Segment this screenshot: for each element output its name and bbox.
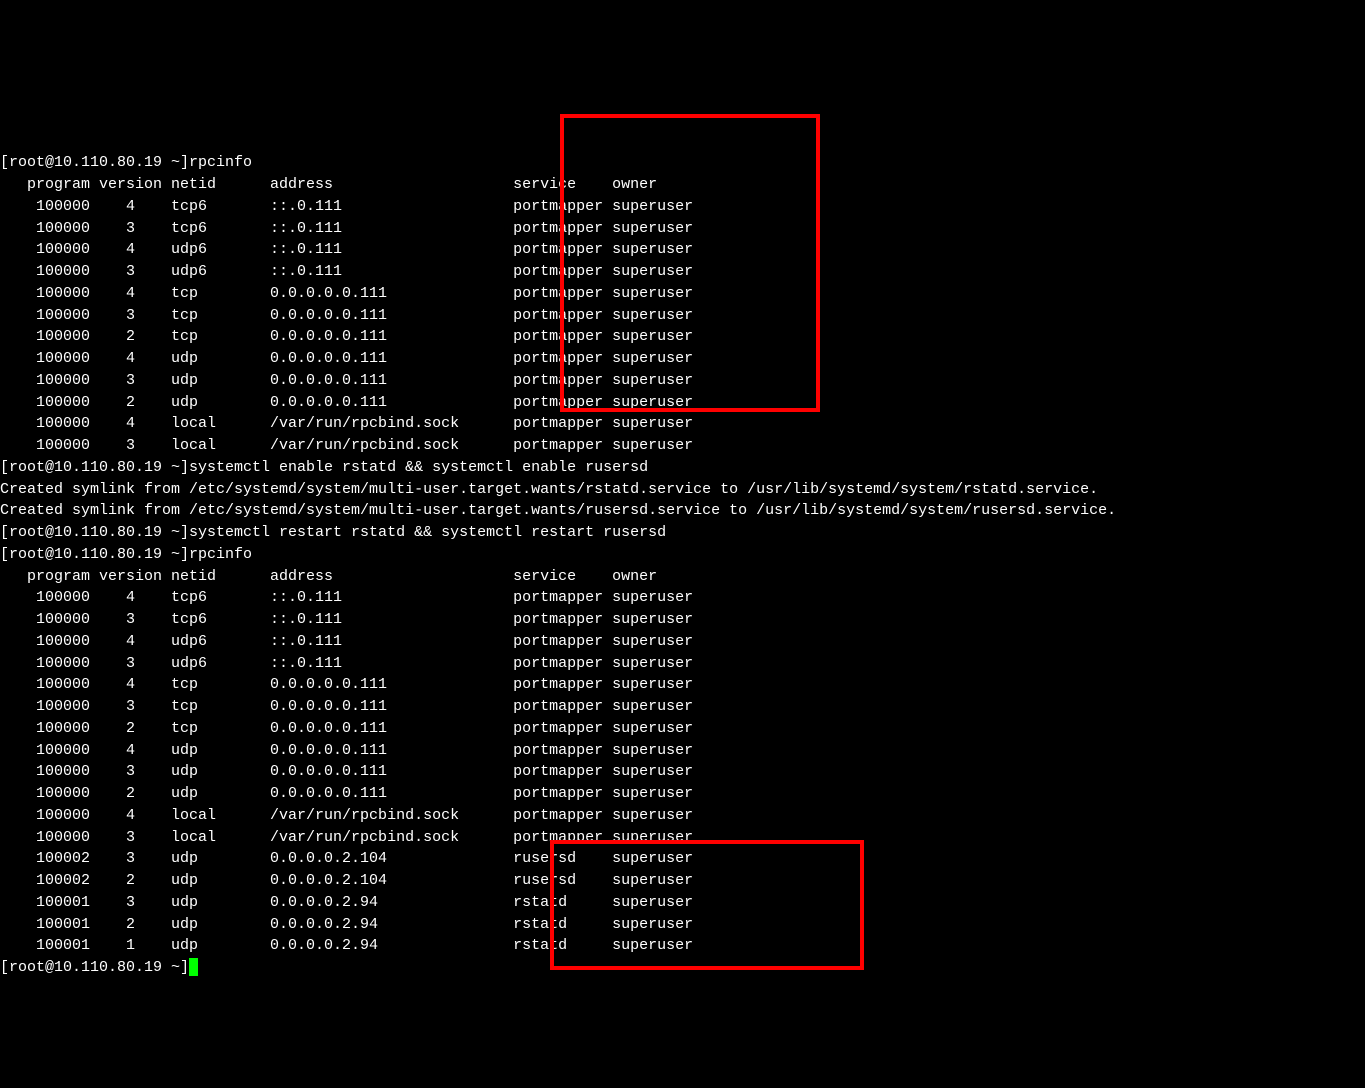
cmd-rpcinfo-2: rpcinfo bbox=[189, 546, 252, 563]
prompt-5: [root@10.110.80.19 ~] bbox=[0, 959, 189, 976]
rpcinfo2-rows: 100000 4 tcp6 ::.0.111 portmapper superu… bbox=[0, 587, 1365, 957]
cmd-restart: systemctl restart rstatd && systemctl re… bbox=[189, 524, 666, 541]
enable-output-1: Created symlink from /etc/systemd/system… bbox=[0, 481, 1098, 498]
cmd-rpcinfo-1: rpcinfo bbox=[189, 154, 252, 171]
prompt-4: [root@10.110.80.19 ~] bbox=[0, 546, 189, 563]
enable-output-2: Created symlink from /etc/systemd/system… bbox=[0, 502, 1116, 519]
prompt-3: [root@10.110.80.19 ~] bbox=[0, 524, 189, 541]
rpcinfo2-header: program version netid address service ow… bbox=[0, 568, 657, 585]
prompt-1: [root@10.110.80.19 ~] bbox=[0, 154, 189, 171]
prompt-2: [root@10.110.80.19 ~] bbox=[0, 459, 189, 476]
cursor bbox=[189, 958, 198, 976]
cmd-enable: systemctl enable rstatd && systemctl ena… bbox=[189, 459, 648, 476]
terminal[interactable]: [root@10.110.80.19 ~]rpcinfo program ver… bbox=[0, 87, 1365, 979]
rpcinfo1-header: program version netid address service ow… bbox=[0, 176, 657, 193]
rpcinfo1-rows: 100000 4 tcp6 ::.0.111 portmapper superu… bbox=[0, 196, 1365, 457]
